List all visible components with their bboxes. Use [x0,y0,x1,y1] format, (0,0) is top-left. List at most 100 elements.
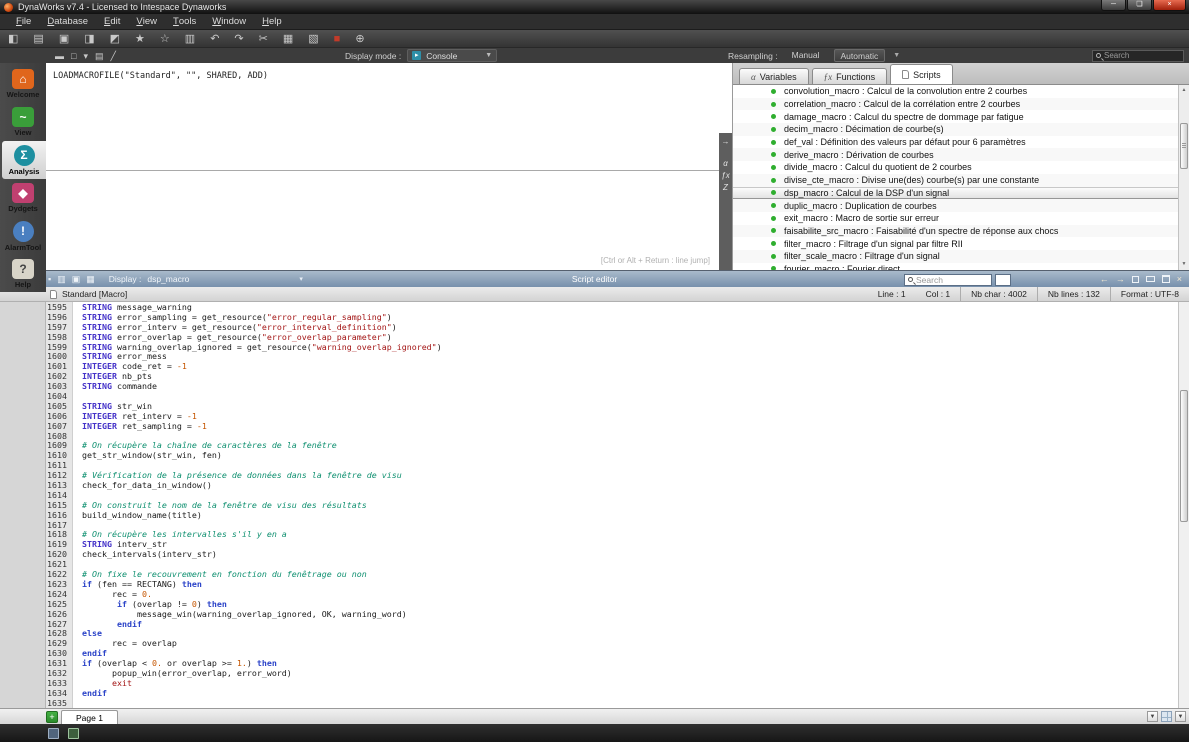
page-list-icon[interactable]: ▼ [1175,711,1186,722]
close-button[interactable]: × [1153,0,1186,11]
menu-database[interactable]: Database [39,14,96,29]
tab-variables[interactable]: αVariables [739,68,809,84]
save-icon[interactable]: ▣ [59,32,69,46]
menu-bar: FileDatabaseEditViewToolsWindowHelp [0,14,1189,29]
paste-icon[interactable]: ▧ [308,32,318,46]
layout-grid-icon[interactable] [1161,711,1172,722]
editor-scroll-thumb[interactable] [1180,390,1188,522]
code-text: # Vérification de la présence de données… [73,470,402,480]
maximize-button[interactable]: ❏ [1127,0,1152,11]
line-number: 1632 [46,668,73,678]
resampling-group: Resampling : Manual Automatic ▼ [728,49,900,62]
line-number: 1609 [46,440,73,450]
editor-search-icon [908,277,913,282]
resampling-manual-button[interactable]: Manual [786,49,826,62]
web-icon[interactable]: ⊕ [355,32,364,46]
code-editor[interactable]: 1595STRING message_warning1596STRING err… [0,302,1189,708]
script-list-item[interactable]: faisabilite_src_macro : Faisabilité d'un… [733,225,1189,238]
scroll-down-icon[interactable]: ▼ [1179,259,1189,270]
open-file-icon[interactable]: ▤ [95,49,104,63]
console-panel[interactable]: LOADMACROFILE("Standard", "", SHARED, AD… [46,63,733,270]
add-page-button[interactable]: + [46,711,58,723]
cut-icon[interactable]: ✂ [259,32,268,46]
status-line: Line : 1 [868,287,916,301]
script-list-item[interactable]: divise_cte_macro : Divise une(des) courb… [733,174,1189,187]
tab-scripts[interactable]: Scripts [890,64,953,84]
script-list-item[interactable]: def_val : Définition des valeurs par déf… [733,136,1189,149]
menu-help[interactable]: Help [254,14,290,29]
script-list-item[interactable]: derive_macro : Dérivation de courbes [733,148,1189,161]
menu-file[interactable]: File [8,14,39,29]
console-side-strip[interactable]: → αƒxZ [719,133,732,270]
sidebar-label-welcome: Welcome [7,90,40,99]
redo-icon[interactable]: ↷ [234,32,243,46]
variables-alpha-icon[interactable]: α [723,158,728,170]
script-list-item[interactable]: convolution_macro : Calcul de la convolu… [733,85,1189,98]
resampling-automatic-button[interactable]: Automatic [834,49,886,62]
script-list-item[interactable]: filter_scale_macro : Filtrage d'un signa… [733,250,1189,263]
code-line: 1618# On récupère les intervalles s'il y… [46,529,1189,539]
split-view-icon[interactable] [1132,276,1139,283]
editor-search-button[interactable] [995,274,1011,286]
editor-scrollbar[interactable] [1178,302,1189,708]
favorite-icon[interactable]: ★ [135,32,145,46]
window-toggle-icon[interactable]: ▬ [55,49,64,63]
scroll-up-icon[interactable]: ▲ [1179,85,1189,96]
clean-console-icon[interactable]: ╱ [110,49,115,63]
menu-tools[interactable]: Tools [165,14,204,29]
undo-icon[interactable]: ↶ [210,32,219,46]
open-folder-icon[interactable]: ▤ [33,32,43,46]
favorite-add-icon[interactable]: ☆ [160,32,170,46]
script-list-item[interactable]: damage_macro : Calcul du spectre de domm… [733,110,1189,123]
code-text: INTEGER ret_interv = -1 [73,411,197,421]
menu-window[interactable]: Window [204,14,254,29]
script-list-item[interactable]: dsp_macro : Calcul de la DSP d'un signal [733,187,1189,200]
sidebar-item-help[interactable]: ?Help [0,255,46,293]
copy-icon[interactable]: ▦ [283,32,293,46]
global-search-input[interactable]: Search [1092,50,1184,62]
code-lines[interactable]: 1595STRING message_warning1596STRING err… [46,302,1189,708]
sidebar-item-welcome[interactable]: ⌂Welcome [0,65,46,103]
dual-view-icon[interactable] [1146,276,1155,282]
find-prev-icon[interactable]: ← [1100,274,1109,284]
maximize-editor-icon[interactable] [1162,275,1170,283]
sidebar-item-alarmtool[interactable]: !AlarmTool [0,217,46,255]
delete-icon[interactable]: ■ [334,32,341,46]
resampling-dropdown-icon[interactable]: ▼ [893,52,900,59]
expand-panel-icon[interactable]: → [722,136,730,148]
script-list-item[interactable]: filter_macro : Filtrage d'un signal par … [733,237,1189,250]
minimize-button[interactable]: ─ [1101,0,1126,11]
functions-fx-icon[interactable]: ƒx [721,170,729,182]
line-number: 1616 [46,510,73,520]
menu-edit[interactable]: Edit [96,14,128,29]
print-icon[interactable]: ▥ [185,32,195,46]
script-list-item[interactable]: exit_macro : Macro de sortie sur erreur [733,212,1189,225]
tab-functions[interactable]: ƒxFunctions [812,68,888,84]
page-tab[interactable]: Page 1 [61,710,118,724]
sidebar-item-analysis[interactable]: ΣAnalysis [2,141,46,179]
script-list-item[interactable]: correlation_macro : Calcul de la corréla… [733,98,1189,111]
new-file-dropdown-icon[interactable]: ▾ [83,49,88,63]
minimized-window-icon-2[interactable] [68,728,79,739]
script-list-item[interactable]: fourier_macro : Fourier direct [733,263,1189,270]
export-display-icon[interactable]: ◨ [84,32,94,46]
find-next-icon[interactable]: → [1116,274,1125,284]
new-file-icon[interactable]: □ [71,49,76,63]
panel-scrollbar[interactable]: ▲ ▼ [1178,85,1189,270]
sidebar-item-view[interactable]: ~View [0,103,46,141]
scroll-thumb[interactable] [1180,123,1188,169]
close-editor-icon[interactable]: × [1177,274,1182,284]
script-list-item[interactable]: decim_macro : Décimation de courbe(s) [733,123,1189,136]
script-list-item[interactable]: divide_macro : Calcul du quotient de 2 c… [733,161,1189,174]
display-mode-select[interactable]: ▸ Console ▼ [407,49,497,62]
sidebar-item-dydgets[interactable]: ◆Dydgets [0,179,46,217]
editor-search-input[interactable]: Search [904,274,992,286]
page-dropdown-icon[interactable]: ▼ [1147,711,1158,722]
chevron-down-icon: ▼ [485,52,492,59]
import-icon[interactable]: ◧ [8,32,18,46]
menu-view[interactable]: View [128,14,165,29]
scripts-icon[interactable]: Z [723,182,728,194]
script-list-item[interactable]: duplic_macro : Duplication de courbes [733,199,1189,212]
minimized-window-icon[interactable] [48,728,59,739]
import-display-icon[interactable]: ◩ [110,32,120,46]
